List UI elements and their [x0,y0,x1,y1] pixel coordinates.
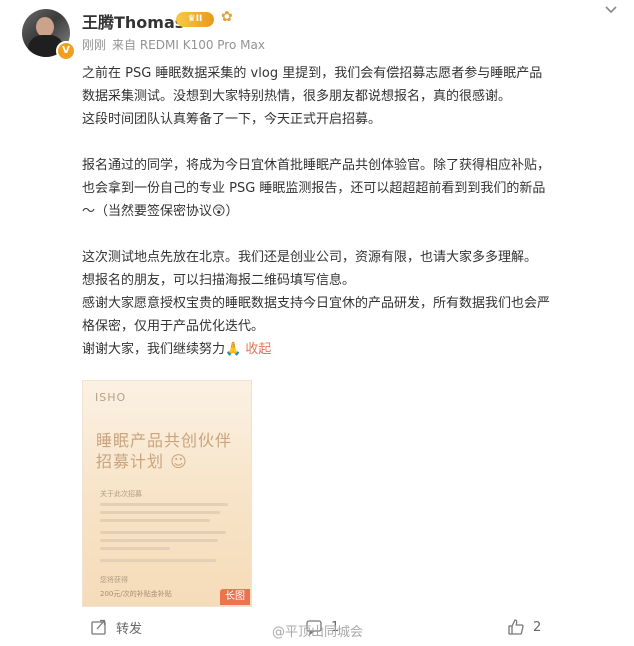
like-count: 2 [533,619,542,635]
closing-line: 谢谢大家，我们继续努力🙏 收起 [82,338,624,361]
poster-text-line [100,503,228,506]
vip-level: II [195,14,203,24]
verified-badge-icon: V [56,41,76,61]
text-line: 这次测试地点先放在北京。我们还是创业公司，资源有限，也请大家多多理解。 [82,250,538,265]
text-line: 之前在 PSG 睡眠数据采集的 vlog 里提到，我们会有偿招募志愿者参与睡眠产… [82,66,543,81]
poster-text-line [100,519,210,522]
like-button[interactable]: 2 [507,612,541,642]
thumbs-up-icon [508,619,524,635]
post-content: 之前在 PSG 睡眠数据采集的 vlog 里提到，我们会有偿招募志愿者参与睡眠产… [82,62,624,361]
author-name[interactable]: 王腾Thomas [82,9,184,33]
post-source: 来自 REDMI K100 Pro Max [112,38,265,52]
text-line: 报名通过的同学，将成为今日宜休首批睡眠产品共创体验官。除了获得相应补贴， [82,158,551,173]
poster-section2: 您将获得 [100,576,128,584]
poster-text-line [100,511,220,514]
poster-image[interactable]: ISHO 睡眠产品共创伙伴 招募计划 ☺ 关于此次招募 您将获得 200元/次的… [82,380,252,607]
avatar-face [36,17,54,37]
collapse-link[interactable]: 收起 [245,342,271,357]
text-line: 这段时间团队认真筹备了一下，今天正式开启招募。 [82,112,382,127]
repost-button[interactable]: 转发 [90,612,142,642]
chevron-down-icon[interactable] [604,5,618,15]
poster-text-line [100,547,170,550]
text-line: 格保密，仅用于产品优化迭代。 [82,319,265,334]
repost-icon [91,619,106,635]
text-line: 想报名的朋友，可以扫描海报二维码填写信息。 [82,273,356,288]
poster-text-line [100,531,226,534]
poster-section1: 关于此次招募 [100,490,142,498]
closing-text: 谢谢大家，我们继续努力🙏 [82,342,242,357]
repost-label: 转发 [116,621,143,637]
long-image-tag: 长图 [220,589,250,605]
poster-text-line [100,559,216,562]
poster-brand: ISHO [95,391,127,404]
text-line: 数据采集测试。没想到大家特别热情，很多朋友都说想报名，真的很感谢。 [82,89,512,104]
text-line: 也会拿到一份自己的专业 PSG 睡眠监测报告，还可以超超超前看到到我们的新品 [82,181,546,196]
text-line: ～（当然要签保密协议😲） [82,204,239,219]
poster-title-line2: 招募计划 ☺ [96,452,188,471]
vip-badge[interactable]: ♛II [176,12,214,27]
post-time[interactable]: 刚刚 [82,38,106,52]
poster-reward-line: 200元/次的补贴金补贴 [100,590,172,598]
text-line: 感谢大家愿意授权宝贵的睡眠数据支持今日宜休的产品研发，所有数据我们也会严 [82,296,551,311]
poster-text-line [100,539,218,542]
watermark: @平顶山同城会 [272,625,364,640]
post-meta: 刚刚 来自 REDMI K100 Pro Max [82,36,271,53]
flower-badge-icon[interactable]: ✿ [221,9,233,25]
